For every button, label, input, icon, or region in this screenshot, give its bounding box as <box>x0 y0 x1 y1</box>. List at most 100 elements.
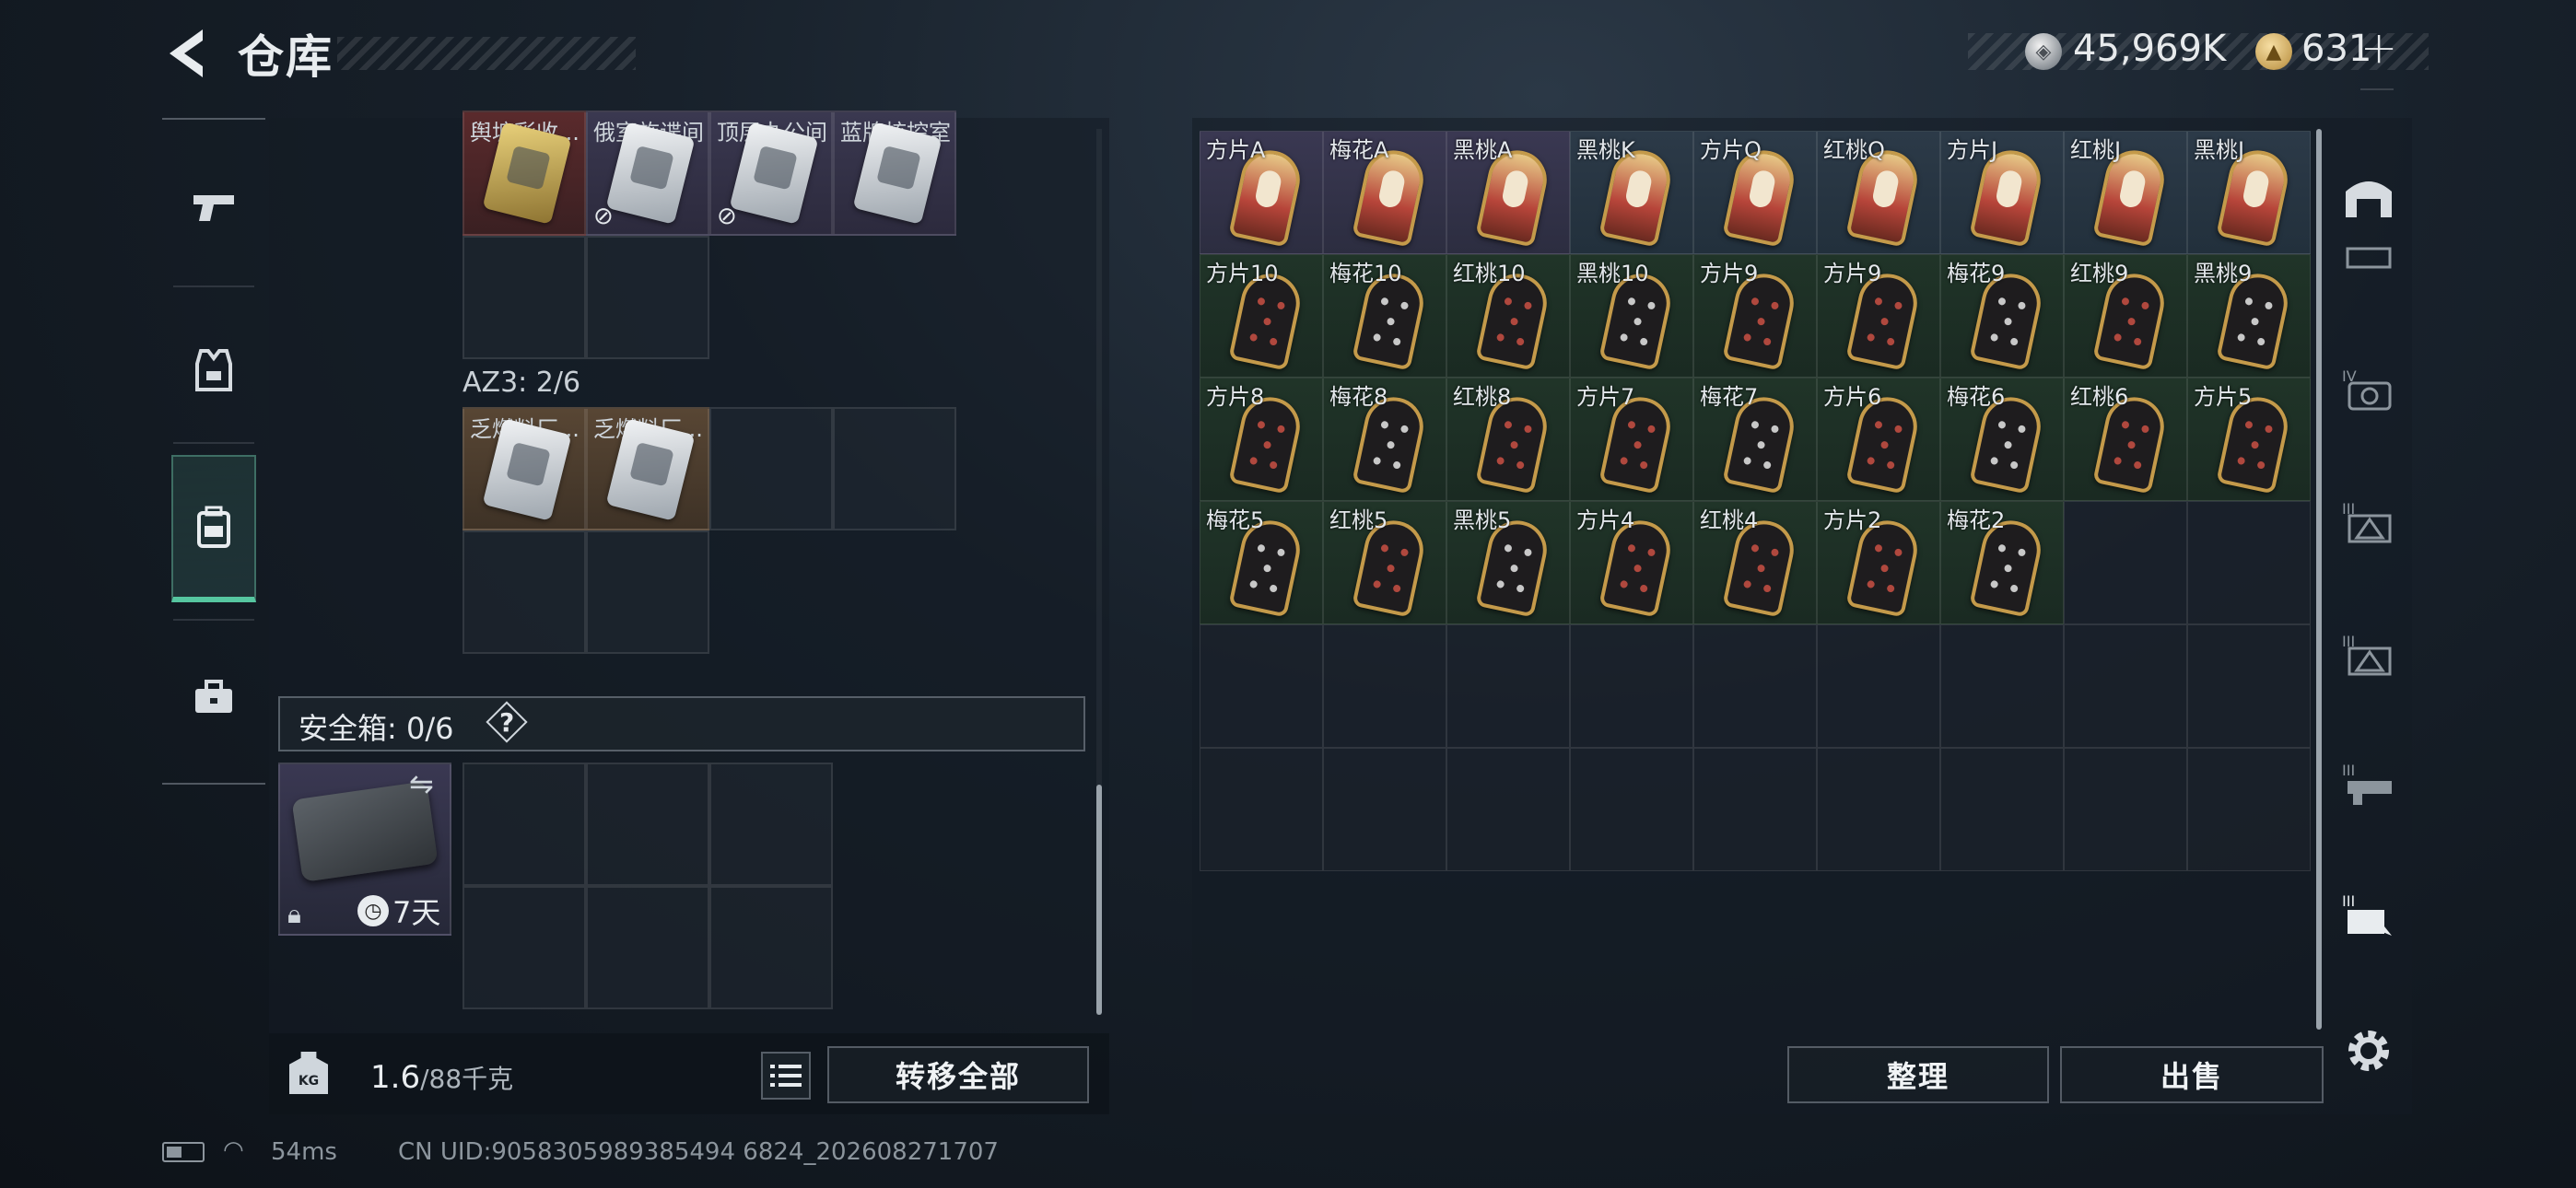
warehouse-slot-empty[interactable] <box>2064 748 2187 871</box>
warehouse-slot-empty[interactable] <box>1446 624 1570 748</box>
gear-icon <box>2348 1031 2389 1071</box>
card-slot[interactable]: 红桃8 <box>1446 378 1570 501</box>
category-tier-3a[interactable]: III <box>2340 497 2397 549</box>
inventory-slot[interactable]: 乏燃料厂... <box>586 407 709 530</box>
left-scrollbar-thumb[interactable] <box>1096 785 1102 1015</box>
card-slot[interactable]: 方片5 <box>2187 378 2311 501</box>
card-slot[interactable]: 黑桃5 <box>1446 501 1570 624</box>
safebox-slot-empty[interactable] <box>463 763 586 886</box>
warehouse-slot-empty[interactable] <box>1940 748 2064 871</box>
card-slot[interactable]: 黑桃9 <box>2187 254 2311 378</box>
card-slot[interactable]: 方片4 <box>1570 501 1693 624</box>
card-slot[interactable]: 红桃5 <box>1323 501 1446 624</box>
warehouse-slot-empty[interactable] <box>1570 624 1693 748</box>
card-slot[interactable]: 方片7 <box>1570 378 1693 501</box>
warehouse-slot-empty[interactable] <box>2064 501 2187 624</box>
warehouse-slot-empty[interactable] <box>1446 748 1570 871</box>
card-slot[interactable]: 红桃4 <box>1693 501 1817 624</box>
card-slot[interactable]: 梅花9 <box>1940 254 2064 378</box>
category-tier-4[interactable]: IV <box>2340 365 2397 416</box>
card-slot[interactable]: 方片Q <box>1693 131 1817 254</box>
sort-button[interactable]: 整理 <box>1787 1046 2049 1103</box>
card-slot[interactable]: 梅花A <box>1323 131 1446 254</box>
card-pip-icon <box>1257 297 1266 307</box>
nav-armor[interactable] <box>171 297 256 444</box>
safebox-slot-empty[interactable] <box>463 886 586 1009</box>
card-slot[interactable]: 黑桃J <box>2187 131 2311 254</box>
swap-icon[interactable]: ⇋ <box>409 766 434 801</box>
transfer-all-button[interactable]: 转移全部 <box>827 1046 1089 1103</box>
card-slot[interactable]: 方片6 <box>1817 378 1940 501</box>
safebox-slot-empty[interactable] <box>709 886 833 1009</box>
card-slot[interactable]: 方片J <box>1940 131 2064 254</box>
card-slot[interactable]: 方片2 <box>1817 501 1940 624</box>
safebox-slot-empty[interactable] <box>586 886 709 1009</box>
nav-backpack[interactable] <box>171 455 256 602</box>
nav-weapons[interactable] <box>171 134 256 282</box>
category-all[interactable] <box>2340 171 2397 223</box>
inventory-slot[interactable]: 舆塘彩收... <box>463 111 586 236</box>
warehouse-slot-empty[interactable] <box>1323 624 1446 748</box>
card-slot[interactable]: 红桃J <box>2064 131 2187 254</box>
sell-button[interactable]: 出售 <box>2060 1046 2324 1103</box>
category-tier-3-cards[interactable]: III <box>2340 890 2397 941</box>
card-slot[interactable]: 红桃9 <box>2064 254 2187 378</box>
card-slot[interactable]: 黑桃10 <box>1570 254 1693 378</box>
inventory-slot[interactable]: 蓝牌核控室 <box>833 111 956 236</box>
card-pip-icon <box>1646 301 1657 310</box>
warehouse-slot-empty[interactable] <box>1817 624 1940 748</box>
card-slot[interactable]: 方片10 <box>1200 254 1323 378</box>
inventory-slot-empty[interactable] <box>709 407 833 530</box>
card-slot[interactable]: 梅花2 <box>1940 501 2064 624</box>
category-tier-3c[interactable]: III <box>2340 759 2397 810</box>
inventory-slot[interactable]: 俄室施谍间 ⊘ <box>586 111 709 236</box>
warehouse-slot-empty[interactable] <box>1200 624 1323 748</box>
card-slot[interactable]: 黑桃A <box>1446 131 1570 254</box>
back-button[interactable] <box>162 26 210 81</box>
inventory-slot[interactable]: 顶层办公间 ⊘ <box>709 111 833 236</box>
inventory-slot-empty[interactable] <box>586 530 709 654</box>
card-pip-icon <box>1633 564 1643 573</box>
inventory-slot-empty[interactable] <box>586 236 709 359</box>
card-slot[interactable]: 方片8 <box>1200 378 1323 501</box>
warehouse-slot-empty[interactable] <box>1693 624 1817 748</box>
category-tier[interactable] <box>2340 245 2397 285</box>
warehouse-slot-empty[interactable] <box>2187 624 2311 748</box>
inventory-slot-empty[interactable] <box>463 236 586 359</box>
card-slot[interactable]: 梅花7 <box>1693 378 1817 501</box>
card-slot[interactable]: 黑桃K <box>1570 131 1693 254</box>
card-slot[interactable]: 红桃Q <box>1817 131 1940 254</box>
warehouse-slot-empty[interactable] <box>1323 748 1446 871</box>
nav-divider <box>173 285 254 287</box>
inventory-slot-empty[interactable] <box>463 530 586 654</box>
card-slot[interactable]: 方片9 <box>1693 254 1817 378</box>
add-currency-button[interactable]: + <box>2360 22 2397 74</box>
warehouse-slot-empty[interactable] <box>1200 748 1323 871</box>
card-slot[interactable]: 梅花5 <box>1200 501 1323 624</box>
list-view-button[interactable] <box>761 1052 811 1100</box>
category-tier-3b[interactable]: III <box>2340 630 2397 681</box>
warehouse-slot-empty[interactable] <box>2187 501 2311 624</box>
card-slot[interactable]: 红桃10 <box>1446 254 1570 378</box>
card-slot[interactable]: 方片9 <box>1817 254 1940 378</box>
card-slot[interactable]: 红桃6 <box>2064 378 2187 501</box>
inventory-slot-empty[interactable] <box>833 407 956 530</box>
card-slot[interactable]: 梅花6 <box>1940 378 2064 501</box>
face-card-figure-icon <box>1870 169 1901 210</box>
safebox-slot-empty[interactable] <box>586 763 709 886</box>
card-slot[interactable]: 方片A <box>1200 131 1323 254</box>
warehouse-slot-empty[interactable] <box>1693 748 1817 871</box>
card-slot[interactable]: 梅花8 <box>1323 378 1446 501</box>
settings-button[interactable] <box>2340 1022 2397 1079</box>
inventory-slot[interactable]: 乏燃料厂... <box>463 407 586 530</box>
card-slot[interactable]: 梅花10 <box>1323 254 1446 378</box>
nav-toolbox[interactable] <box>171 623 256 770</box>
warehouse-slot-empty[interactable] <box>2064 624 2187 748</box>
warehouse-slot-empty[interactable] <box>1817 748 1940 871</box>
warehouse-slot-empty[interactable] <box>2187 748 2311 871</box>
right-scrollbar[interactable] <box>2316 129 2322 1030</box>
warehouse-slot-empty[interactable] <box>1940 624 2064 748</box>
safebox-slot-empty[interactable] <box>709 763 833 886</box>
card-pip-icon <box>1866 332 1876 343</box>
warehouse-slot-empty[interactable] <box>1570 748 1693 871</box>
